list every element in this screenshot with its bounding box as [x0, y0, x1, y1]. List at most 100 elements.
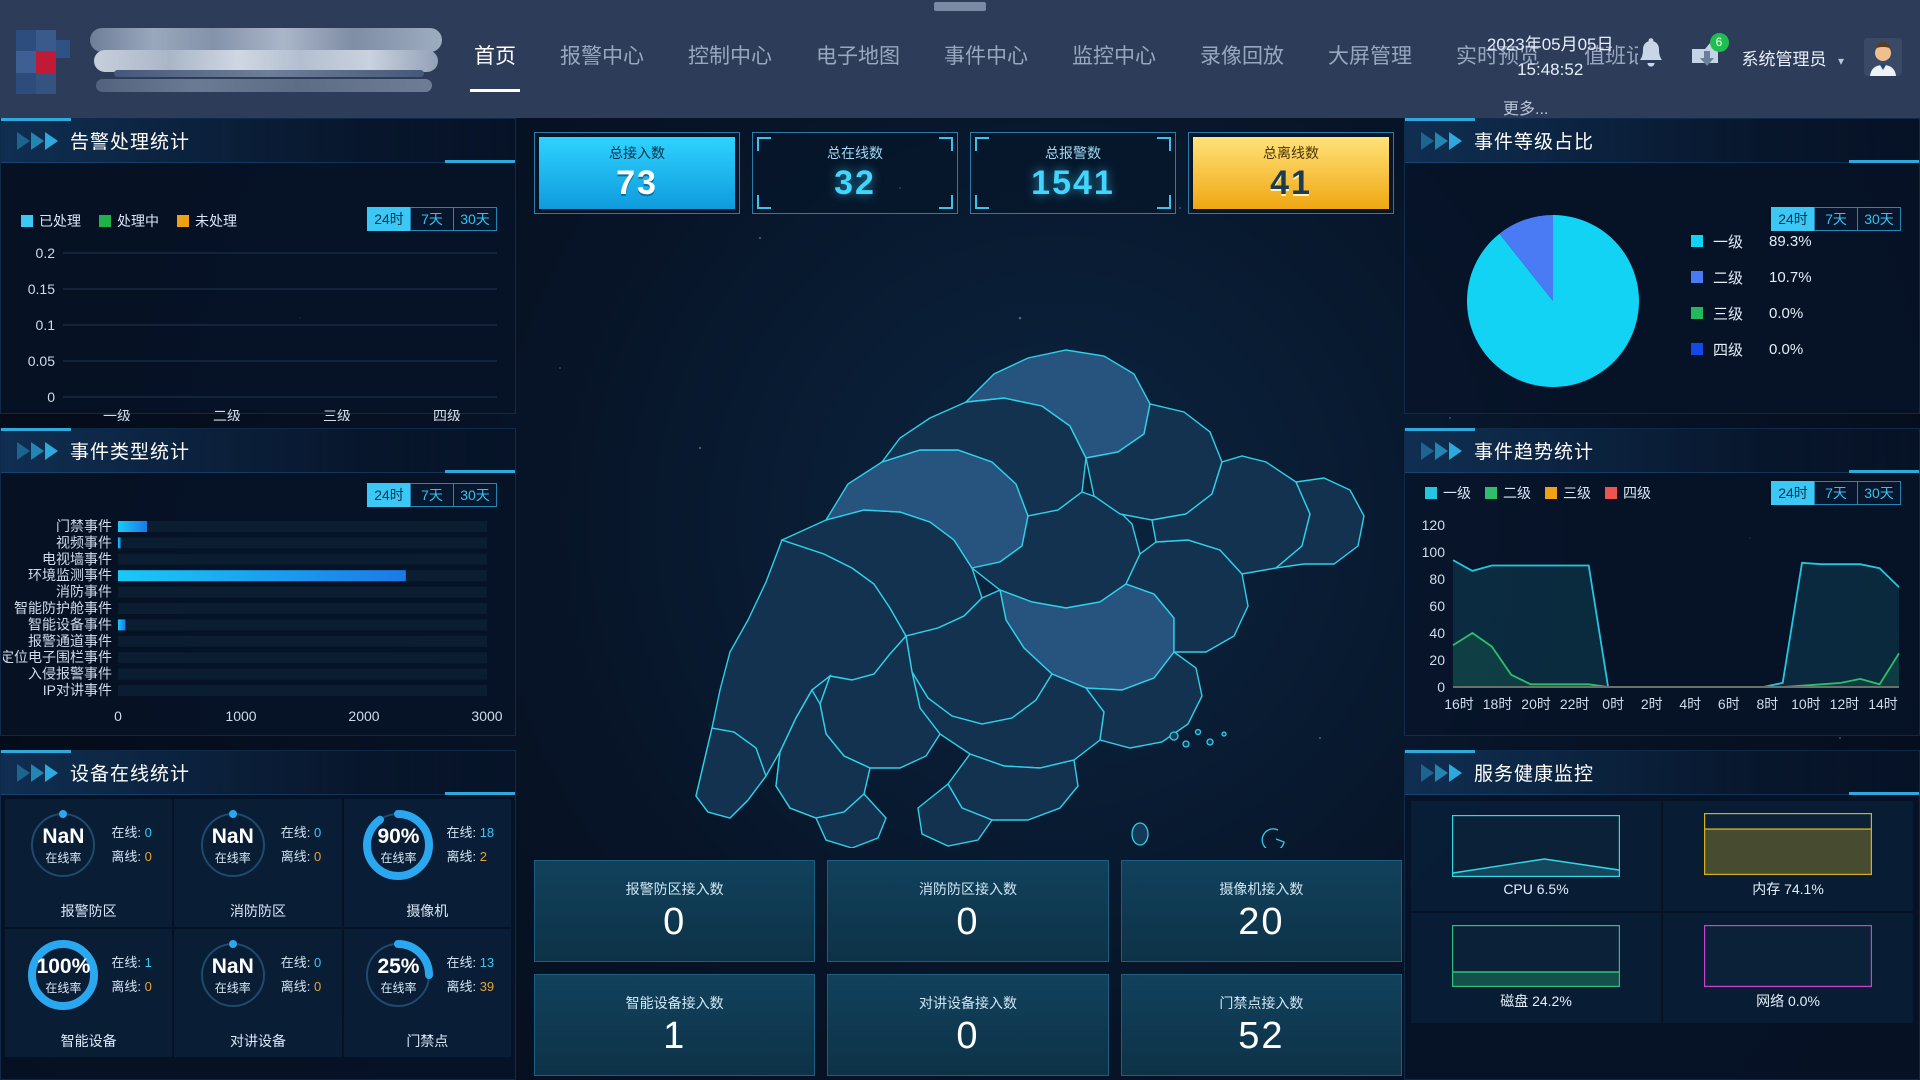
kpi-card-1[interactable]: 总在线数 32: [752, 132, 958, 214]
pie-legend-item-1[interactable]: 二级 10.7%: [1691, 259, 1812, 295]
device-card-0[interactable]: NaN 在线率 在线: 0 离线: 0 报警防区: [5, 799, 173, 927]
xtick-11: 14时: [1868, 696, 1898, 712]
online-count: 在线: 0: [280, 955, 322, 970]
bar-category-3: 环境监测事件: [28, 567, 112, 583]
bar-1: [118, 537, 121, 549]
legend-label: 二级: [1713, 269, 1744, 287]
panel-header: 服务健康监控: [1405, 750, 1919, 795]
nav-item-3[interactable]: 电子地图: [794, 40, 922, 74]
range-30d[interactable]: 30天: [1857, 207, 1901, 231]
device-name: 报警防区: [60, 903, 117, 919]
avatar[interactable]: [1864, 38, 1902, 76]
main-nav[interactable]: 首页 报警中心 控制中心 电子地图 事件中心 监控中心 录像回放 大屏管理 实时…: [452, 40, 1638, 98]
offline-count: 离线: 0: [280, 979, 322, 994]
xtick-2: 20时: [1521, 696, 1551, 712]
bar-category-4: 消防事件: [56, 584, 112, 600]
device-name: 摄像机: [406, 903, 449, 919]
device-card-3[interactable]: 100% 在线率 在线: 1 离线: 0 智能设备: [5, 929, 173, 1057]
nav-item-5[interactable]: 监控中心: [1050, 40, 1178, 74]
panel-body: 24时 7天 30天 门禁事件 视频事件 电视墙事件 环境监测事件 消防事件 智能防护舱事…: [1, 473, 515, 736]
range-7d[interactable]: 7天: [1814, 207, 1858, 231]
ring-sublabel: 在线率: [380, 980, 417, 995]
legend-item-0: 一级: [1425, 483, 1471, 503]
health-card-0[interactable]: CPU 6.5%: [1411, 801, 1661, 911]
stat-tile-4[interactable]: 对讲设备接入数 0: [827, 974, 1109, 1076]
bar-category-1: 视频事件: [56, 534, 112, 550]
pie-legend-item-3[interactable]: 四级 0.0%: [1691, 331, 1812, 367]
kpi-card-3[interactable]: 总离线数 41: [1188, 132, 1394, 214]
ytick-100: 100: [1422, 544, 1446, 560]
nav-item-2[interactable]: 控制中心: [666, 40, 794, 74]
kpi-value: 1541: [1031, 164, 1115, 202]
device-counts: 在线: 0 离线: 0: [111, 821, 151, 869]
kpi-card-2[interactable]: 总报警数 1541: [970, 132, 1176, 214]
nav-item-0[interactable]: 首页: [452, 40, 538, 92]
panel-title: 告警处理统计: [70, 132, 191, 153]
range-24h[interactable]: 24时: [1771, 481, 1815, 505]
tile-label: 报警防区接入数: [625, 880, 724, 897]
range-30d[interactable]: 30天: [1857, 481, 1901, 505]
range-30d[interactable]: 30天: [453, 483, 497, 507]
nav-item-1[interactable]: 报警中心: [538, 40, 666, 74]
nav-item-7[interactable]: 大屏管理: [1306, 40, 1434, 74]
health-card-1[interactable]: 内存 74.1%: [1663, 801, 1913, 911]
bar-0: [118, 521, 148, 532]
stat-tile-5[interactable]: 门禁点接入数 52: [1120, 974, 1402, 1076]
device-card-1[interactable]: NaN 在线率 在线: 0 离线: 0 消防防区: [174, 799, 342, 927]
trend-area-0: [1453, 560, 1899, 687]
event-type-range-toggle[interactable]: 24时 7天 30天: [367, 483, 497, 507]
nav-label: 电子地图: [816, 45, 900, 68]
pie-legend-item-0[interactable]: 一级 89.3%: [1691, 223, 1812, 259]
kpi-card-0[interactable]: 总接入数 73: [534, 132, 740, 214]
ring-percent: NaN: [211, 824, 254, 848]
range-7d[interactable]: 7天: [410, 483, 454, 507]
tile-value: 20: [1238, 900, 1285, 943]
stat-tile-2[interactable]: 摄像机接入数 20: [1120, 860, 1402, 962]
device-card-2[interactable]: 90% 在线率 在线: 18 离线: 2 摄像机: [343, 799, 511, 927]
device-card-5[interactable]: 25% 在线率 在线: 13 离线: 39 门禁点: [343, 929, 511, 1057]
legend-value: 89.3%: [1769, 232, 1812, 250]
user-menu[interactable]: 系统管理员 ▾: [1742, 45, 1844, 70]
legend-item-1: 处理中: [99, 211, 159, 231]
health-card-3[interactable]: 网络 0.0%: [1663, 913, 1913, 1023]
legend-swatch: [1691, 343, 1703, 355]
xtick-6: 4时: [1679, 696, 1701, 712]
alarm-legend: 已处理 处理中 未处理: [21, 211, 237, 231]
stat-tile-3[interactable]: 智能设备接入数 1: [534, 974, 816, 1076]
bar-track: [118, 553, 487, 565]
ring-percent: 100%: [36, 954, 91, 978]
progress-ring: NaN 在线率: [195, 937, 271, 1013]
bell-icon[interactable]: [1634, 37, 1668, 77]
xtick-3: 四级: [433, 408, 461, 421]
device-card-4[interactable]: NaN 在线率 在线: 0 离线: 0 对讲设备: [174, 929, 342, 1057]
logo[interactable]: [12, 22, 442, 102]
header-right: 2023年05月05日 15:48:52 6 系统管理员 ▾: [1487, 32, 1902, 82]
stat-tile-1[interactable]: 消防防区接入数 0: [827, 860, 1109, 962]
guangdong-map[interactable]: .prov { fill:#13324f; stroke:#2fd0e8; st…: [534, 228, 1402, 852]
bar-track: [118, 685, 487, 696]
nav-item-6[interactable]: 录像回放: [1178, 40, 1306, 74]
legend-label: 三级: [1563, 485, 1591, 501]
bar-track: [118, 537, 487, 549]
range-24h[interactable]: 24时: [367, 207, 411, 231]
trend-range-toggle[interactable]: 24时 7天 30天: [1771, 481, 1901, 505]
range-7d[interactable]: 7天: [410, 207, 454, 231]
nav-more-button[interactable]: 更多...: [1503, 95, 1548, 119]
panel-body: 已处理 处理中 未处理 24时 7天 30天 0.2 0.15 0.1 0.05…: [1, 163, 515, 421]
range-7d[interactable]: 7天: [1814, 481, 1858, 505]
left-column: 告警处理统计 已处理 处理中 未处理 24时 7天 30天 0.2 0.15 0…: [0, 118, 516, 1080]
health-card-2[interactable]: 磁盘 24.2%: [1411, 913, 1661, 1023]
ring-percent: NaN: [211, 954, 254, 978]
nav-label: 大屏管理: [1328, 45, 1412, 68]
download-icon[interactable]: 6: [1688, 33, 1729, 77]
stat-tile-0[interactable]: 报警防区接入数 0: [534, 860, 816, 962]
range-24h[interactable]: 24时: [367, 483, 411, 507]
nav-label: 录像回放: [1200, 45, 1284, 68]
nav-item-4[interactable]: 事件中心: [922, 40, 1050, 74]
pie-legend-item-2[interactable]: 三级 0.0%: [1691, 295, 1812, 331]
ring-sublabel: 在线率: [380, 850, 417, 865]
legend-item-2: 三级: [1545, 483, 1591, 503]
tile-value: 1: [663, 1014, 687, 1057]
alarm-range-toggle[interactable]: 24时 7天 30天: [367, 207, 497, 231]
range-30d[interactable]: 30天: [453, 207, 497, 231]
